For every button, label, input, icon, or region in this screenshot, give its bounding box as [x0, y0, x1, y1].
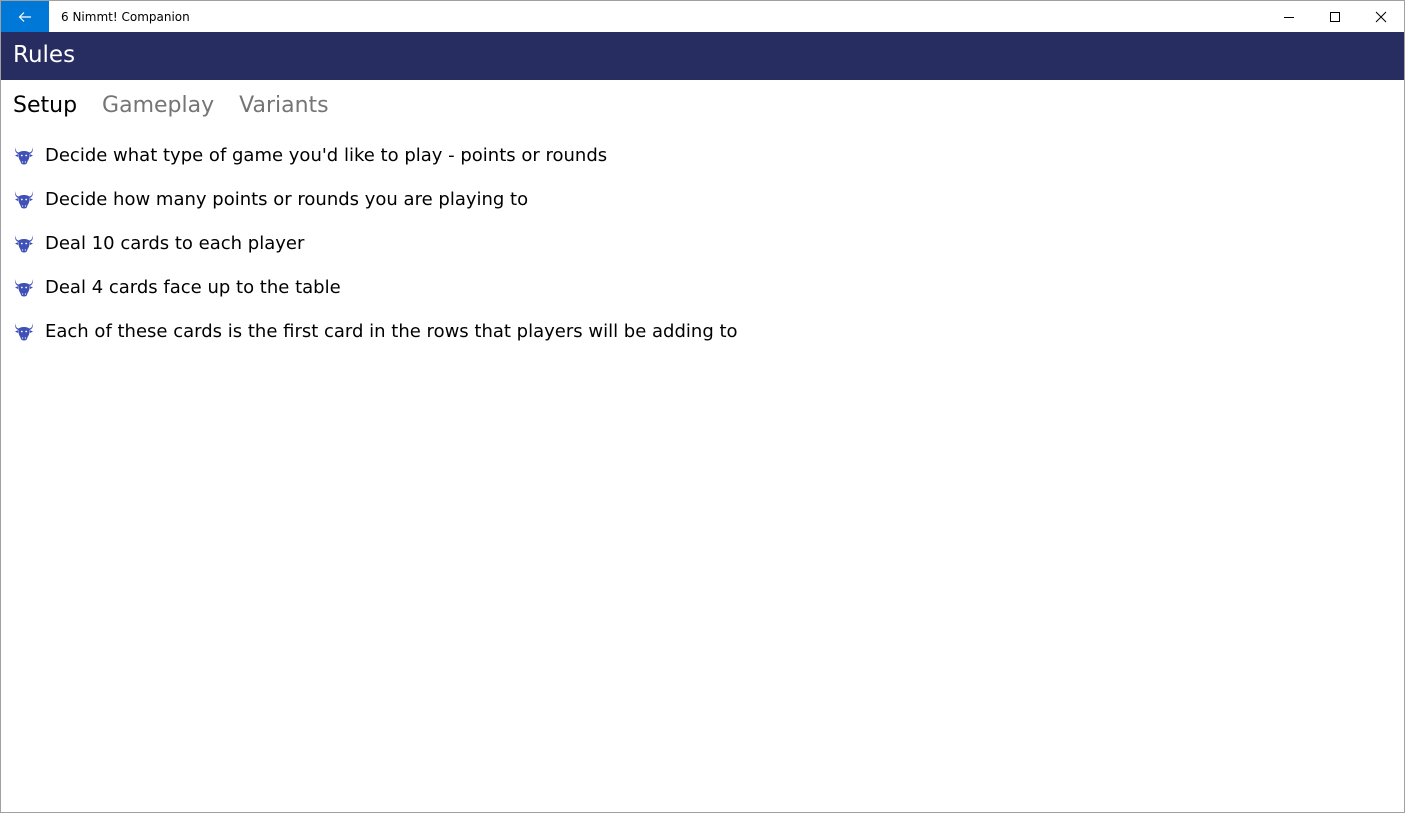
close-icon: [1375, 11, 1387, 22]
list-item: Each of these cards is the first card in…: [13, 310, 1404, 354]
minimize-button[interactable]: [1266, 1, 1312, 32]
tab-setup[interactable]: Setup: [13, 92, 77, 120]
rule-text: Decide how many points or rounds you are…: [45, 189, 529, 210]
back-button[interactable]: [1, 1, 49, 32]
bull-head-icon: [14, 235, 34, 253]
list-item: Decide what type of game you'd like to p…: [13, 134, 1404, 178]
rule-text: Deal 4 cards face up to the table: [45, 277, 341, 298]
maximize-icon: [1330, 11, 1340, 22]
list-item: Decide how many points or rounds you are…: [13, 178, 1404, 222]
minimize-icon: [1284, 16, 1294, 18]
app-window: 6 Nimmt! Companion Rules Setup Gameplay …: [0, 0, 1405, 813]
title-bar: 6 Nimmt! Companion: [1, 1, 1404, 32]
tab-variants[interactable]: Variants: [239, 92, 329, 120]
tab-gameplay[interactable]: Gameplay: [102, 92, 214, 120]
rule-text: Deal 10 cards to each player: [45, 233, 305, 254]
rule-text: Each of these cards is the first card in…: [45, 321, 738, 342]
list-item: Deal 4 cards face up to the table: [13, 266, 1404, 310]
bull-head-icon: [14, 323, 34, 341]
page-header: Rules: [1, 32, 1404, 80]
close-button[interactable]: [1358, 1, 1404, 32]
page-title: Rules: [13, 42, 76, 68]
list-item: Deal 10 cards to each player: [13, 222, 1404, 266]
window-controls: [1266, 1, 1404, 32]
bull-head-icon: [14, 191, 34, 209]
app-title: 6 Nimmt! Companion: [61, 10, 190, 24]
rules-list: Decide what type of game you'd like to p…: [1, 120, 1404, 354]
rule-text: Decide what type of game you'd like to p…: [45, 145, 608, 166]
bull-head-icon: [14, 279, 34, 297]
rules-tabs: Setup Gameplay Variants: [1, 80, 1404, 120]
maximize-button[interactable]: [1312, 1, 1358, 32]
back-arrow-icon: [18, 11, 31, 22]
bull-head-icon: [14, 147, 34, 165]
